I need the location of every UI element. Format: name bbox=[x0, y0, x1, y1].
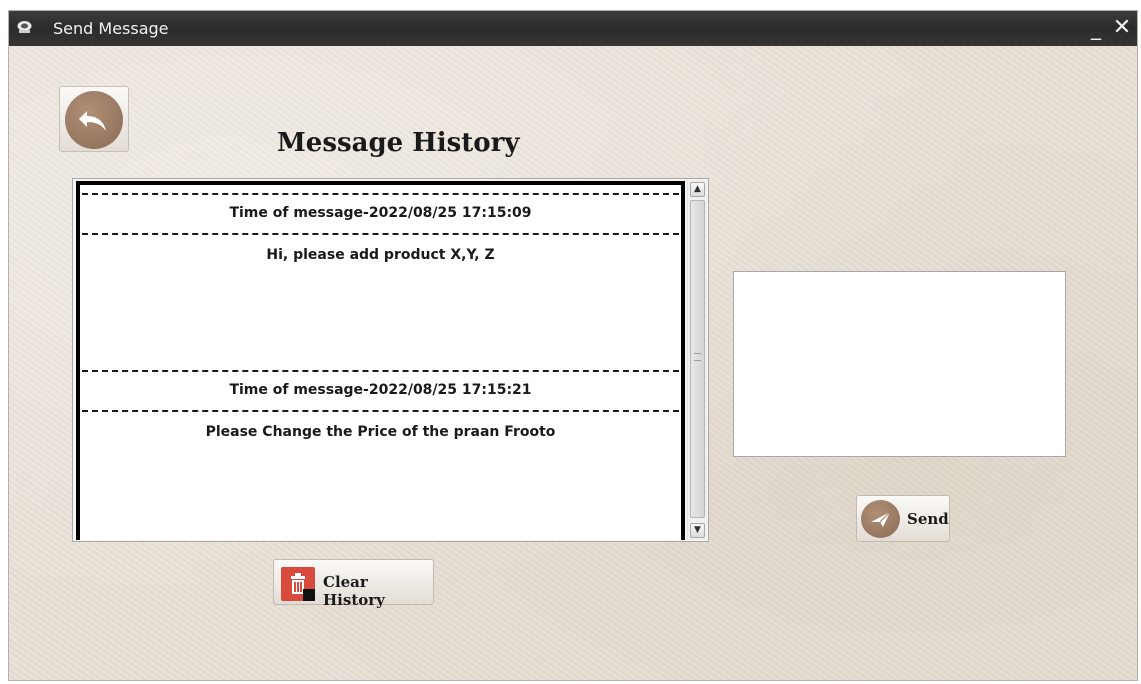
message-history-list: Time of message-2022/08/25 17:15:09 Hi, … bbox=[76, 181, 685, 540]
message-timestamp: Time of message-2022/08/25 17:15:21 bbox=[229, 382, 532, 398]
clear-history-label: Clear History bbox=[323, 573, 385, 609]
app-icon bbox=[17, 21, 32, 33]
scroll-down-button[interactable]: ▼ bbox=[690, 523, 705, 538]
clear-history-button[interactable]: Clear History bbox=[273, 559, 434, 609]
message-timestamp: Time of message-2022/08/25 17:15:09 bbox=[229, 205, 532, 221]
scroll-thumb[interactable] bbox=[690, 200, 705, 518]
minimize-button[interactable]: _ bbox=[1085, 17, 1107, 41]
back-arrow-icon bbox=[65, 91, 123, 149]
scroll-up-button[interactable]: ▲ bbox=[690, 182, 705, 197]
send-message-window: Send Message _ ✕ Message History Time of… bbox=[8, 10, 1138, 681]
message-input[interactable] bbox=[733, 271, 1066, 457]
close-button[interactable]: ✕ bbox=[1111, 17, 1133, 41]
message-text: Please Change the Price of the praan Fro… bbox=[205, 424, 556, 440]
window-title: Send Message bbox=[53, 19, 169, 38]
message-text: Hi, please add product X,Y, Z bbox=[266, 247, 495, 263]
send-label: Send bbox=[907, 510, 949, 528]
scroll-grip-icon bbox=[694, 353, 701, 361]
title-bar: Send Message _ ✕ bbox=[9, 11, 1137, 46]
send-button[interactable]: Send bbox=[856, 495, 950, 542]
back-button[interactable] bbox=[59, 86, 129, 152]
message-history-heading: Message History bbox=[277, 128, 520, 158]
message-entry: Time of message-2022/08/25 17:15:21 Plea… bbox=[80, 370, 681, 540]
history-scrollbar[interactable]: ▲ ▼ bbox=[687, 180, 707, 540]
paper-plane-icon bbox=[861, 500, 900, 538]
message-entry: Time of message-2022/08/25 17:15:09 Hi, … bbox=[80, 193, 681, 370]
trash-icon bbox=[281, 567, 315, 601]
message-history-panel[interactable]: Time of message-2022/08/25 17:15:09 Hi, … bbox=[72, 178, 709, 542]
